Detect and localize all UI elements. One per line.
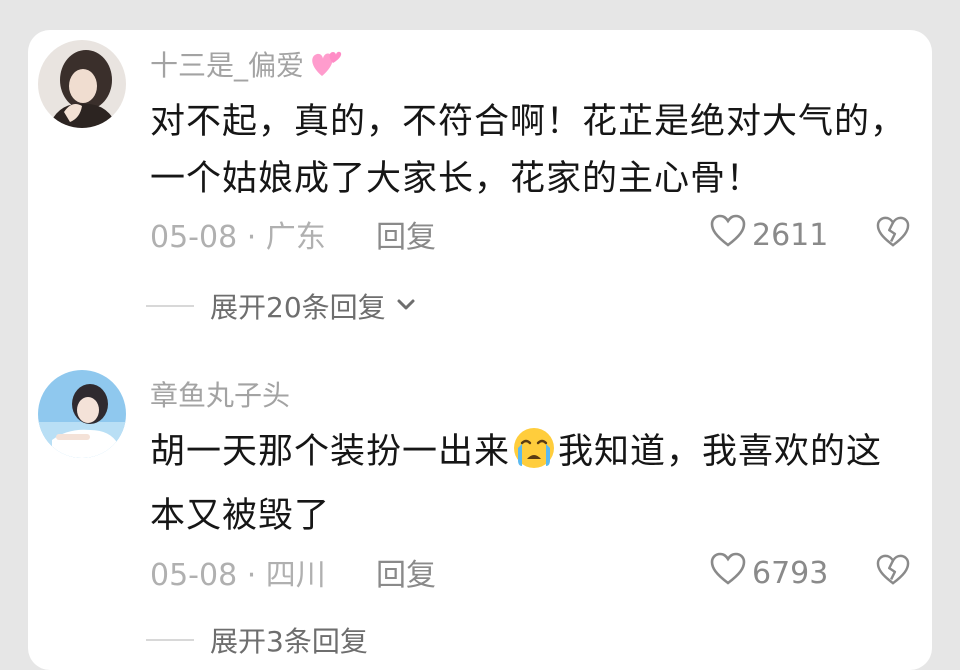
expand-replies-button[interactable]: 展开20条回复 [146,286,418,326]
divider [146,305,194,307]
comment-meta: 05-08 · 四川 [150,558,326,593]
dislike-button[interactable] [876,554,910,590]
broken-heart-icon [876,216,910,252]
like-button[interactable]: 2611 [710,214,828,256]
broken-heart-icon [876,554,910,590]
like-count: 2611 [752,217,829,253]
reply-button[interactable]: 回复 [376,212,436,256]
heart-icon [710,552,746,594]
avatar[interactable] [38,40,126,128]
divider [146,639,194,641]
pink-hearts-icon [308,48,344,87]
username[interactable]: 章鱼丸子头 [150,374,290,414]
expand-replies-button[interactable]: 展开3条回复 [146,620,368,660]
comment-list: 十三是_偏爱 对不起，真的，不符合啊！花芷是绝对大气的， 一个姑娘成了大家长，花… [28,30,932,670]
heart-icon [710,214,746,256]
loudly-crying-face-icon [512,426,556,488]
like-count: 6793 [752,555,829,591]
comment-text: 对不起，真的，不符合啊！花芷是绝对大气的， 一个姑娘成了大家长，花家的主心骨！ [150,102,907,199]
comment-meta: 05-08 · 广东 [150,220,326,255]
like-button[interactable]: 6793 [710,552,828,594]
avatar[interactable] [38,370,126,458]
dislike-button[interactable] [876,216,910,252]
reply-button[interactable]: 回复 [376,550,436,594]
comment-text: 胡一天那个装扮一出来 我知道，我喜欢的这 本又被毁了 [150,424,910,545]
chevron-down-icon [394,290,418,323]
username[interactable]: 十三是_偏爱 [150,44,344,87]
